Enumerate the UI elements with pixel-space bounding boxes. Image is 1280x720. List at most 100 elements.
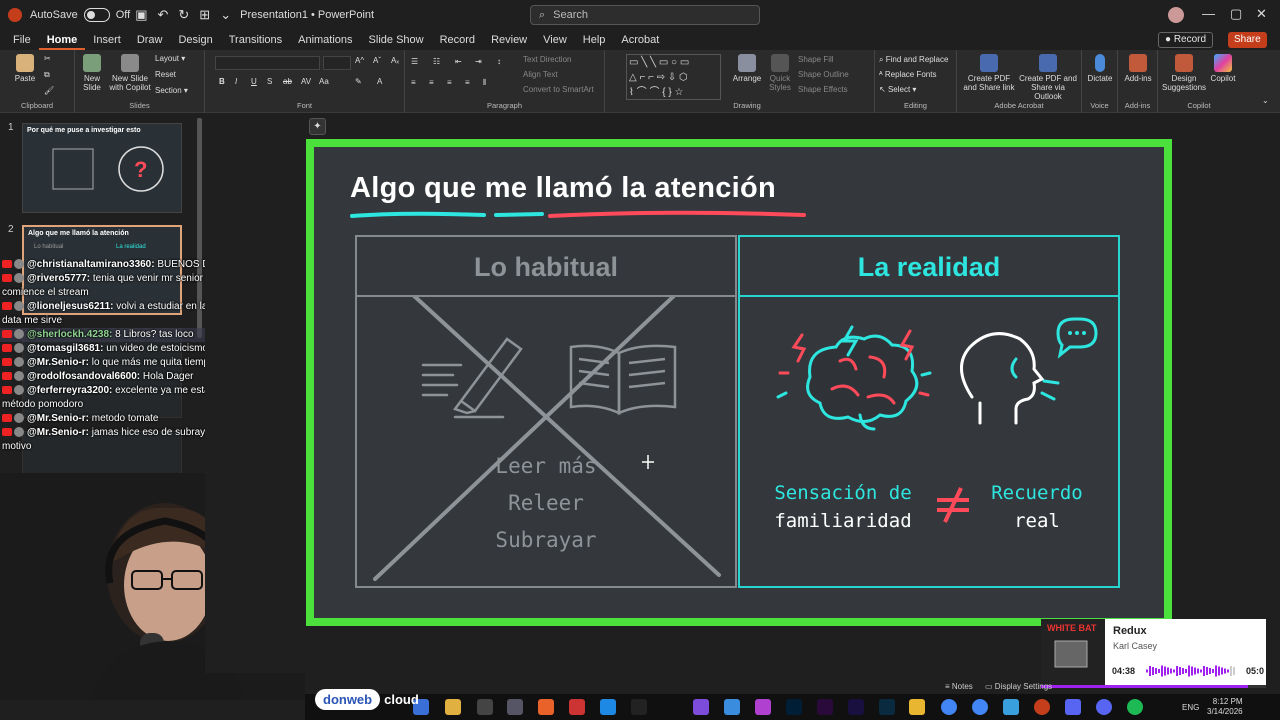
smartart-button[interactable]: Convert to SmartArt — [523, 85, 594, 94]
tab-transitions[interactable]: Transitions — [221, 30, 290, 50]
shape-fill-button[interactable]: Shape Fill — [798, 55, 834, 64]
obs-icon[interactable] — [569, 699, 585, 715]
align-left-icon[interactable]: ≡ — [411, 78, 416, 87]
numbering-icon[interactable]: ☷ — [433, 57, 440, 66]
clear-format-icon[interactable]: Aₓ — [391, 56, 399, 65]
cut-icon[interactable]: ✂ — [44, 54, 51, 63]
dictate-button[interactable]: Dictate — [1084, 54, 1116, 83]
avatar[interactable] — [1168, 7, 1184, 23]
new-slide-button[interactable]: New Slide — [79, 54, 105, 92]
select-button[interactable]: ↖ Select ▾ — [879, 85, 916, 94]
tab-acrobat[interactable]: Acrobat — [613, 30, 667, 50]
line-spacing-icon[interactable]: ↕ — [497, 57, 501, 66]
chrome-icon[interactable] — [972, 699, 988, 715]
realidad-column[interactable]: La realidad Sensación de familiaridad Re… — [738, 235, 1120, 588]
addins-button[interactable]: Add-ins — [1120, 54, 1156, 83]
app-icon[interactable] — [631, 699, 647, 715]
tab-insert[interactable]: Insert — [85, 30, 129, 50]
shapes-gallery[interactable]: ▭ ╲ ╲ ▭ ○ ▭ △ ⌐ ⌐ ⇨ ⇩ ⬡ ⌇ ⌒ ⌒ { } ☆ — [626, 54, 721, 100]
align-text-button[interactable]: Align Text — [523, 70, 558, 79]
app-icon[interactable] — [1003, 699, 1019, 715]
visual-studio-icon[interactable] — [693, 699, 709, 715]
find-replace-button[interactable]: ⌕ Find and Replace — [879, 55, 948, 65]
arrange-button[interactable]: Arrange — [730, 54, 764, 83]
minimize-icon[interactable]: — — [1202, 6, 1215, 21]
format-painter-icon[interactable]: 🖌 — [44, 86, 54, 95]
section-button[interactable]: Section ▾ — [155, 86, 188, 95]
tab-help[interactable]: Help — [575, 30, 614, 50]
slide-title[interactable]: Algo que me llamó la atención — [350, 172, 776, 205]
font-color-icon[interactable]: A — [377, 77, 382, 86]
copilot-button[interactable]: Copilot — [1208, 54, 1238, 83]
layout-button[interactable]: Layout ▾ — [155, 54, 185, 63]
increase-indent-icon[interactable]: ⇥ — [475, 57, 482, 66]
designer-quick-icon[interactable]: ✦ — [309, 118, 326, 135]
align-right-icon[interactable]: ≡ — [447, 78, 452, 87]
create-pdf-share-button[interactable]: Create PDF and Share link — [963, 54, 1015, 92]
chrome-icon[interactable] — [941, 699, 957, 715]
shape-outline-button[interactable]: Shape Outline — [798, 70, 849, 79]
app-icon[interactable] — [507, 699, 523, 715]
columns-icon[interactable]: ⫴ — [483, 78, 486, 88]
tab-home[interactable]: Home — [38, 30, 86, 50]
decrease-indent-icon[interactable]: ⇤ — [455, 57, 462, 66]
change-case-icon[interactable]: Aa — [319, 77, 329, 86]
strikethrough-icon[interactable]: ab — [283, 77, 292, 86]
align-center-icon[interactable]: ≡ — [429, 78, 434, 87]
quick-styles-button[interactable]: Quick Styles — [766, 54, 794, 92]
premiere-icon[interactable] — [817, 699, 833, 715]
reset-button[interactable]: Reset — [155, 70, 176, 79]
after-effects-icon[interactable] — [848, 699, 864, 715]
tab-design[interactable]: Design — [170, 30, 220, 50]
tab-animations[interactable]: Animations — [290, 30, 360, 50]
brave-icon[interactable] — [538, 699, 554, 715]
tab-view[interactable]: View — [535, 30, 575, 50]
underline-icon[interactable]: U — [251, 77, 257, 86]
app-icon[interactable] — [1096, 699, 1112, 715]
shadow-icon[interactable]: S — [267, 77, 272, 86]
new-slide-copilot-button[interactable]: New Slide with Copilot — [109, 54, 151, 92]
create-pdf-outlook-button[interactable]: Create PDF and Share via Outlook — [1017, 54, 1079, 101]
search-input[interactable]: ⌕ Search — [530, 5, 760, 25]
highlight-icon[interactable]: ✎ — [355, 77, 362, 86]
display-settings-button[interactable]: ▭ Display Settings — [985, 682, 1052, 691]
bold-icon[interactable]: B — [219, 77, 225, 86]
justify-icon[interactable]: ≡ — [465, 78, 470, 87]
font-size-field[interactable] — [323, 56, 351, 70]
vscode-icon[interactable] — [600, 699, 616, 715]
shape-effects-button[interactable]: Shape Effects — [798, 85, 848, 94]
copy-icon[interactable]: ⧉ — [44, 70, 50, 80]
app-icon[interactable] — [755, 699, 771, 715]
font-name-field[interactable] — [215, 56, 320, 70]
photoshop-icon[interactable] — [786, 699, 802, 715]
habitual-column[interactable]: Lo habitual Leer más Releer Subrayar — [355, 235, 737, 588]
file-explorer-icon[interactable] — [445, 699, 461, 715]
clock[interactable]: 8:12 PM 3/14/2026 — [1207, 697, 1243, 717]
current-slide[interactable]: Algo que me llamó la atención Lo habitua… — [306, 139, 1172, 626]
tab-record[interactable]: Record — [432, 30, 483, 50]
decrease-font-icon[interactable]: Aˇ — [373, 56, 381, 65]
replace-fonts-button[interactable]: ᴬ Replace Fonts — [879, 70, 936, 79]
tab-file[interactable]: File — [5, 30, 39, 50]
app-icon[interactable] — [909, 699, 925, 715]
notes-button[interactable]: ≡ Notes — [945, 682, 973, 691]
paste-button[interactable]: Paste — [10, 54, 40, 83]
tab-draw[interactable]: Draw — [129, 30, 171, 50]
save-icon[interactable]: ▣ — [135, 7, 147, 23]
share-button[interactable]: Share — [1228, 32, 1267, 48]
tab-slide-show[interactable]: Slide Show — [361, 30, 432, 50]
language-indicator[interactable]: ENG — [1182, 703, 1199, 712]
terminal-icon[interactable] — [477, 699, 493, 715]
text-direction-button[interactable]: Text Direction — [523, 55, 571, 64]
char-spacing-icon[interactable]: AV — [301, 77, 311, 86]
todo-icon[interactable] — [724, 699, 740, 715]
present-icon[interactable]: ⊞ — [199, 7, 210, 23]
powerpoint-taskbar-icon[interactable] — [1034, 699, 1050, 715]
customize-qat-icon[interactable]: ⌄ — [220, 7, 231, 23]
autosave-toggle[interactable] — [83, 8, 110, 22]
collapse-ribbon-icon[interactable]: ⌄ — [1262, 96, 1269, 105]
audio-waveform-progress[interactable] — [1146, 665, 1238, 677]
tab-review[interactable]: Review — [483, 30, 535, 50]
close-icon[interactable]: ✕ — [1256, 6, 1267, 22]
design-suggestions-button[interactable]: Design Suggestions — [1160, 54, 1208, 92]
